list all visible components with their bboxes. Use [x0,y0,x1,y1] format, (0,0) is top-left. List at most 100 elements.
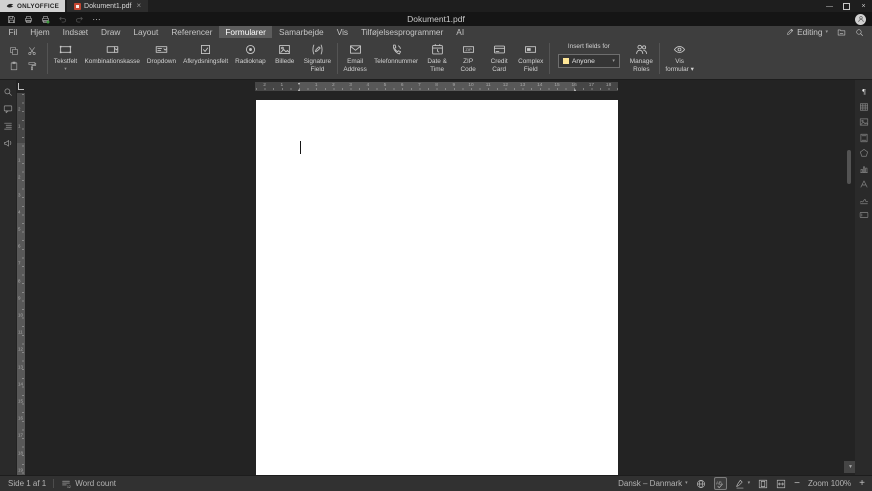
formfield-icon [859,210,869,220]
signature2-icon [859,195,869,205]
menu-tab-ai[interactable]: AI [450,26,471,38]
panel-button-comments[interactable] [3,104,13,114]
statusbar-divider [53,479,54,488]
ribbon-button-dropdown[interactable]: Dropdown [143,38,179,79]
window-controls: — × [821,0,872,12]
ribbon-button-combobox[interactable]: Kombinationskasse [81,38,143,79]
zoom-level[interactable]: Zoom 100% [808,479,851,488]
ribbon-button-checkbox[interactable]: Afkrydsningsfelt [180,38,232,79]
right-indent-marker[interactable]: ▴ [574,88,576,92]
page-indicator[interactable]: Side 1 af 1 [8,479,46,488]
menu-tab-formularer[interactable]: Formularer [219,26,273,38]
panel-button-feedback[interactable] [3,138,13,148]
settings-panel-button-image[interactable] [859,117,869,127]
settings-panel-button-paragraph[interactable]: ¶ [859,86,869,96]
ribbon-button-datetime[interactable]: Date & Time [422,38,453,79]
qat-button-redo[interactable] [75,15,84,24]
ribbon-divider [47,43,48,74]
clipboard-button-cut[interactable] [27,46,38,57]
onlyoffice-window: ONLYOFFICE Dokument1.pdf × — × Dokument1… [0,0,872,491]
ribbon-button-signature[interactable]: Signature Field [300,38,334,79]
minimize-button[interactable]: — [821,0,838,12]
qat-button-quick-print[interactable] [41,15,50,24]
pdf-file-icon [74,3,81,10]
settings-panel-button-headerfooter[interactable] [859,133,869,143]
vertical-scrollbar-thumb[interactable] [847,150,851,184]
ruler-number: 14 [537,83,542,88]
ink-draw-tool[interactable]: ▾ [735,479,751,489]
document-tab[interactable]: Dokument1.pdf × [67,0,148,12]
fit-width-icon[interactable] [776,479,786,489]
ruler-number: 1 [18,158,21,163]
qat-button-undo[interactable] [58,15,67,24]
tab-close-icon[interactable]: × [137,2,142,10]
ribbon-button-image[interactable]: Billede [269,38,300,79]
maximize-button[interactable] [838,0,855,12]
manage-roles-button[interactable]: Manage Roles [626,38,657,79]
ribbon-button-textfield[interactable]: Tekstfelt ▾ [50,38,81,79]
tab-stop-selector[interactable] [18,83,24,90]
ribbon-button-phone[interactable]: Telefonnummer [371,38,422,79]
svg-text:AB: AB [716,480,722,485]
language-selector[interactable]: Dansk – Danmark ▾ [618,479,688,488]
zoom-out-button[interactable]: − [794,479,800,489]
clipboard-button-paste[interactable] [9,61,20,72]
chart-icon [859,164,869,174]
ribbon-button-email[interactable]: Email Address [340,38,371,79]
checkbox-icon [199,42,212,56]
settings-panel-button-table[interactable] [859,102,869,112]
word-count-button[interactable]: 123 Word count [61,479,116,489]
settings-panel-button-shape[interactable] [859,148,869,158]
ribbon-button-creditcard[interactable]: Credit Card [484,38,515,79]
ribbon-button-zip[interactable]: ZIP ZIP Code [453,38,484,79]
phone-icon [390,42,403,56]
search-icon[interactable] [855,28,864,37]
ruler-number: 12 [503,83,508,88]
painter-icon [27,61,38,71]
ruler-number: 3 [349,83,352,88]
editing-mode-selector[interactable]: Editing ▾ [786,27,828,37]
user-avatar[interactable] [855,14,866,25]
set-document-language-icon[interactable] [696,479,706,489]
ruler-number: 1 [280,83,283,88]
settings-panel-button-formfield[interactable] [859,210,869,220]
menu-tab-referencer[interactable]: Referencer [165,26,219,38]
spellcheck-icon[interactable]: AB [714,477,727,490]
panel-button-magnifier[interactable] [3,87,13,97]
menu-tab-draw[interactable]: Draw [95,26,127,38]
status-bar: Side 1 af 1 123 Word count Dansk – Danma… [0,475,872,491]
panel-button-navigation[interactable] [3,121,13,131]
qat-button-save[interactable] [7,15,16,24]
left-indent-marker[interactable]: ▴ [298,88,300,92]
close-button[interactable]: × [855,0,872,12]
zoom-in-button[interactable]: + [859,479,865,489]
settings-panel-button-chart[interactable] [859,164,869,174]
first-line-indent-marker[interactable]: ▾ [298,82,300,86]
qat-button-print[interactable] [24,15,33,24]
menu-tab-layout[interactable]: Layout [127,26,165,38]
menu-tab-samarbejde[interactable]: Samarbejde [272,26,330,38]
menu-tab-hjem[interactable]: Hjem [24,26,56,38]
role-dropdown[interactable]: Anyone ▾ [558,54,620,68]
qat-button-more[interactable] [92,15,101,24]
clipboard-button-painter[interactable] [27,61,38,72]
view-form-button[interactable]: Vis formular ▾ [662,38,697,79]
settings-panel-button-signature2[interactable] [859,195,869,205]
menubar-right: Editing ▾ [786,26,872,38]
ribbon-button-radio[interactable]: Radioknap [232,38,270,79]
open-file-location-icon[interactable] [837,28,846,37]
menu-tab-vis[interactable]: Vis [330,26,354,38]
document-page[interactable] [256,100,618,475]
redo-icon [75,15,84,24]
menu-tab-fil[interactable]: Fil [2,26,24,38]
fit-page-icon[interactable] [758,479,768,489]
clipboard-button-copy[interactable] [9,46,20,57]
headerfooter-icon [859,133,869,143]
ruler-number: 6 [18,244,21,249]
app-launcher-button[interactable]: ONLYOFFICE [0,0,65,12]
settings-panel-button-textart[interactable] [859,179,869,189]
ruler-number: 8 [435,83,438,88]
ribbon-button-complex[interactable]: Complex Field [515,38,547,79]
menu-tab-tilf-jelsesprogrammer[interactable]: Tilføjelsesprogrammer [355,26,450,38]
menu-tab-inds-t[interactable]: Indsæt [56,26,94,38]
